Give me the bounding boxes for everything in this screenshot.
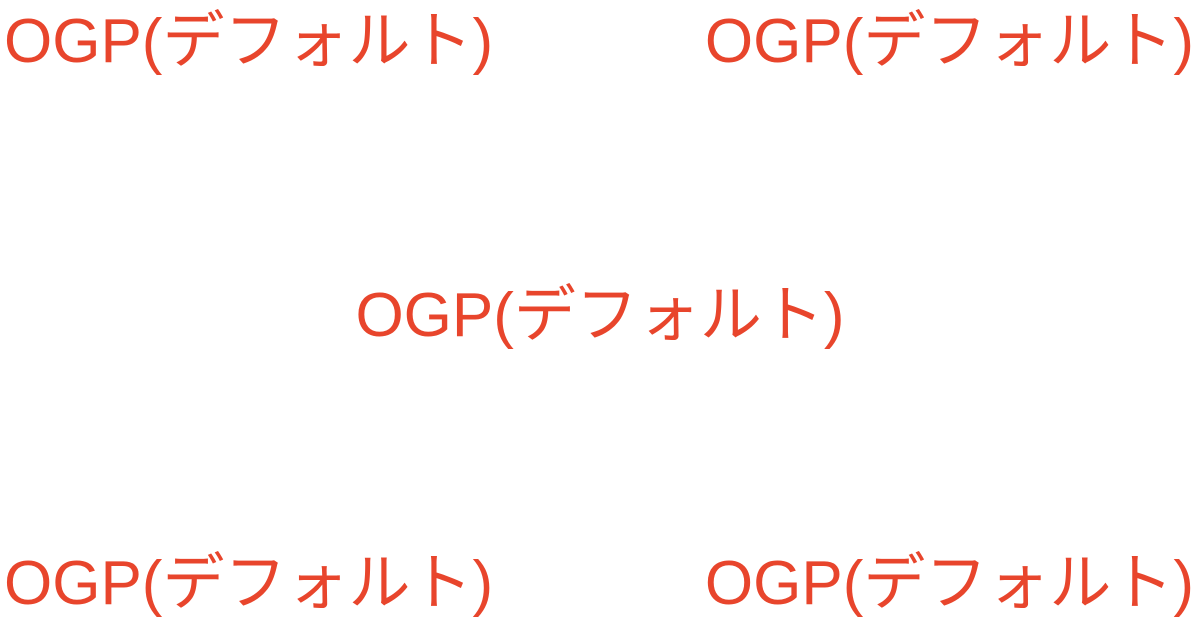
ogp-label-top-right: OGP(デフォルト) bbox=[704, 7, 1194, 76]
ogp-label-bottom-right: OGP(デフォルト) bbox=[704, 549, 1194, 618]
ogp-label-center: OGP(デフォルト) bbox=[355, 281, 845, 350]
ogp-canvas: OGP(デフォルト) OGP(デフォルト) OGP(デフォルト) OGP(デフォ… bbox=[0, 0, 1200, 630]
ogp-label-bottom-left: OGP(デフォルト) bbox=[4, 549, 494, 618]
ogp-label-top-left: OGP(デフォルト) bbox=[4, 7, 494, 76]
